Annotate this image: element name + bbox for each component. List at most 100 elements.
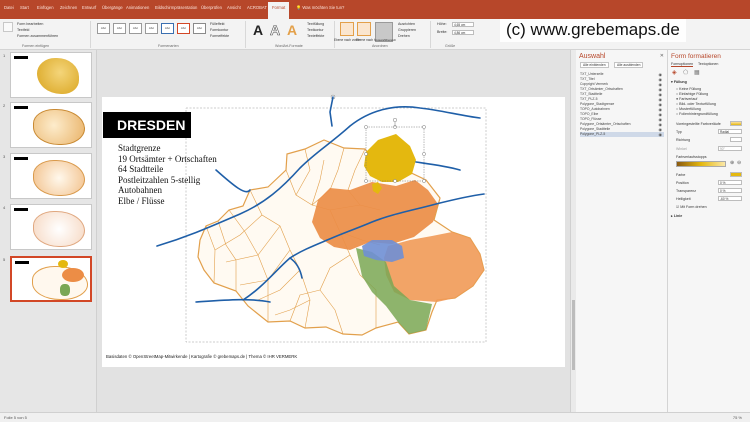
shape-style-1[interactable]: Abc xyxy=(97,23,110,34)
slide-thumbnail-2[interactable] xyxy=(10,102,92,148)
add-stop-icon[interactable]: ⊕ xyxy=(730,160,734,166)
ribbon-separator xyxy=(90,21,91,48)
selection-pane-title: Auswahl xyxy=(579,53,606,60)
tab-animationen[interactable]: Animationen xyxy=(126,5,149,10)
ribbon-separator xyxy=(334,21,335,48)
merge-shapes-button[interactable]: Formen zusammenführen xyxy=(17,34,58,38)
group-label-size: Größe xyxy=(445,44,456,48)
height-label: Höhe: xyxy=(437,22,447,26)
slide-number: 1 xyxy=(3,53,6,58)
bring-forward-icon[interactable] xyxy=(340,22,354,36)
size-icon[interactable]: ▦ xyxy=(694,69,700,76)
tab-text-options[interactable]: Textoptionen xyxy=(698,62,718,66)
align-button[interactable]: Ausrichten xyxy=(398,22,415,26)
height-input[interactable]: 4,65 cm xyxy=(452,22,474,27)
shape-fill-button[interactable]: Fülleffekt xyxy=(210,22,225,26)
tab-ansicht[interactable]: Ansicht xyxy=(227,5,241,10)
zoom-level[interactable]: 75 % xyxy=(733,415,742,420)
group-button[interactable]: Gruppieren xyxy=(398,28,416,32)
slide-source-note[interactable]: Basisdaten © OpenStreetMap-Mitwirkende |… xyxy=(106,354,297,359)
tab-start[interactable]: Start xyxy=(20,5,29,10)
tab-einfuegen[interactable]: Einfügen xyxy=(37,5,54,10)
slide-thumbnail-1[interactable] xyxy=(10,52,92,98)
tell-me-search[interactable]: 💡 Was möchten Sie tun? xyxy=(296,5,344,11)
edit-shape-button[interactable]: Form bearbeiten xyxy=(17,22,43,26)
fill-option-gradient[interactable]: ● Farbverlauf xyxy=(676,97,697,101)
show-all-button[interactable]: Alle einblenden xyxy=(580,62,609,68)
width-input[interactable]: 4,86 cm xyxy=(452,30,474,35)
type-dropdown[interactable]: Radial xyxy=(718,129,742,134)
item-label: Polygone_PLZ-5 xyxy=(580,132,606,136)
text-effects-button[interactable]: Texteffekte xyxy=(307,34,324,38)
tab-datei[interactable]: Datei xyxy=(4,5,14,10)
slide-thumbnail-5[interactable] xyxy=(10,256,92,302)
text-outline-button[interactable]: Textkontur xyxy=(307,28,324,32)
shape-style-5[interactable]: Abc xyxy=(161,23,174,34)
angle-input[interactable]: 90° xyxy=(718,146,742,151)
scrollbar-thumb[interactable] xyxy=(572,300,575,370)
textbox-button[interactable]: Textfeld xyxy=(17,28,29,32)
preset-gradient-label: Voreingestellte Farbverläufe xyxy=(676,122,721,126)
group-label-arrange: Anordnen xyxy=(372,44,388,48)
color-picker[interactable] xyxy=(730,172,742,177)
slide-counter: Folie 5 von 5 xyxy=(4,415,27,420)
wordart-style-black[interactable]: A xyxy=(253,22,263,38)
shape-style-4[interactable]: Abc xyxy=(145,23,158,34)
tab-ueberpruefen[interactable]: Überprüfen xyxy=(201,5,222,10)
preset-gradient-dropdown[interactable] xyxy=(730,121,742,126)
fill-option-pattern[interactable]: ○ Musterfüllung xyxy=(676,107,701,111)
section-fill-label: Füllung xyxy=(673,80,687,84)
selection-pane-label[interactable]: Auswahlbereich xyxy=(375,38,396,42)
shape-style-2[interactable]: Abc xyxy=(113,23,126,34)
slide-thumbnail-3[interactable] xyxy=(10,153,92,199)
fill-option-picture[interactable]: ○ Bild- oder Texturfüllung xyxy=(676,102,716,106)
remove-stop-icon[interactable]: ⊖ xyxy=(737,160,741,166)
close-icon[interactable]: ✕ xyxy=(660,53,664,59)
send-backward-icon[interactable] xyxy=(357,22,371,36)
text-fill-button[interactable]: Textfüllung xyxy=(307,22,324,26)
shape-outline-button[interactable]: Formkontur xyxy=(210,28,228,32)
rotate-button[interactable]: Drehen xyxy=(398,34,410,38)
section-line[interactable]: ▸ Linie xyxy=(671,214,682,218)
fill-option-none[interactable]: ○ Keine Füllung xyxy=(676,87,701,91)
section-fill[interactable]: ▾ Füllung xyxy=(671,80,687,84)
format-shape-pane: Form formatieren Formoptionen Textoption… xyxy=(668,50,750,412)
effects-icon[interactable]: ⬠ xyxy=(683,69,688,76)
ribbon-separator xyxy=(430,21,431,48)
tab-entwurf[interactable]: Entwurf xyxy=(82,5,96,10)
shapes-gallery-button[interactable] xyxy=(3,22,13,32)
shape-style-6[interactable]: Abc xyxy=(177,23,190,34)
selection-pane: Auswahl ✕ Alle einblenden Alle ausblende… xyxy=(576,50,668,412)
gradient-stops-slider[interactable] xyxy=(676,161,726,167)
tab-acrobat[interactable]: ACROBAT xyxy=(247,5,267,10)
fill-option-background[interactable]: ○ Folienhintergrundfüllung xyxy=(676,112,718,116)
section-line-label: Linie xyxy=(673,214,683,218)
tab-shape-options[interactable]: Formoptionen xyxy=(671,62,694,67)
tab-zeichnen[interactable]: Zeichnen xyxy=(60,5,77,10)
position-input[interactable]: 0 % xyxy=(718,180,742,185)
fill-option-solid[interactable]: ○ Einfarbige Füllung xyxy=(676,92,708,96)
eye-icon[interactable]: ◉ xyxy=(659,132,663,137)
tab-uebergaenge[interactable]: Übergänge xyxy=(102,5,123,10)
slide-title[interactable]: DRESDEN xyxy=(103,112,191,138)
wordart-style-orange[interactable]: A xyxy=(287,22,297,38)
shape-effects-button[interactable]: Formeffekte xyxy=(210,34,229,38)
hide-all-button[interactable]: Alle ausblenden xyxy=(614,62,644,68)
direction-dropdown[interactable] xyxy=(730,137,742,142)
slide-thumbnail-4[interactable] xyxy=(10,204,92,250)
brightness-input[interactable]: -60 % xyxy=(718,196,742,201)
item-label: Polygone_Ortsämter_Ortschaften xyxy=(580,122,631,126)
selection-item-selected[interactable]: Polygone_PLZ-5 ◉ xyxy=(580,132,664,137)
slide-legend[interactable]: Stadtgrenze 19 Ortsämter + Ortschaften 6… xyxy=(118,143,217,206)
rotate-with-shape-checkbox[interactable]: ☑ Mit Form drehen xyxy=(676,205,707,209)
fill-line-icon[interactable]: ◈ xyxy=(672,69,677,76)
wordart-style-outline[interactable]: A xyxy=(270,22,281,39)
item-label: TOPO_Elbe xyxy=(580,112,599,116)
tab-format[interactable]: Format xyxy=(268,2,290,19)
shape-style-3[interactable]: Abc xyxy=(129,23,142,34)
tab-bildschirmpraesentation[interactable]: Bildschirmpräsentation xyxy=(155,5,197,10)
transparency-input[interactable]: 0 % xyxy=(718,188,742,193)
fill-option-label: Musterfüllung xyxy=(679,107,701,111)
shape-style-7[interactable]: Abc xyxy=(193,23,206,34)
legend-line: Autobahnen xyxy=(118,185,162,195)
